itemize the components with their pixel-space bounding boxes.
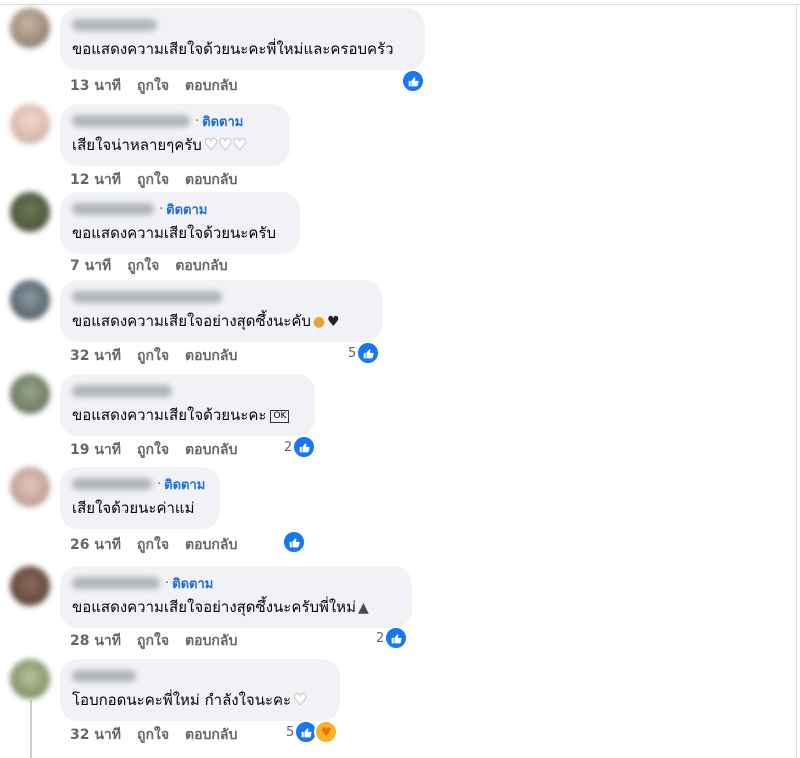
like-button[interactable]: ถูกใจ [127,255,159,277]
divider-right [796,4,797,758]
reply-button[interactable]: ตอบกลับ [185,724,237,746]
reaction-count: 2 [376,630,385,646]
follow-button[interactable]: ติดตาม [172,573,213,594]
sad-face-icon: ● [312,314,326,330]
comment-actions: 7 นาที ถูกใจ ตอบกลับ [70,255,228,277]
avatar[interactable] [10,374,50,414]
reaction-count: 5 [286,724,295,740]
avatar[interactable] [10,192,50,232]
reply-button[interactable]: ตอบกลับ [185,534,237,556]
divider-top [0,4,800,5]
comment-bubble: ขอแสดงความเสียใจอย่างสุดซึ้งนะคับ ● ♥ [60,280,382,342]
reaction-summary[interactable] [401,69,425,93]
commenter-name: · ติดตาม [72,112,278,130]
comment-text: เสียใจน่าหลายๆครับ ♥♥♥ [72,135,247,155]
like-button[interactable]: ถูกใจ [137,439,169,461]
reaction-count: 5 [348,345,357,361]
comment-text: ขอแสดงความเสียใจด้วยนะคะ OK [72,404,303,426]
reaction-summary[interactable]: 2 [376,626,409,650]
person-bowing-icon: ▲ [357,600,369,616]
like-button[interactable]: ถูกใจ [137,345,169,367]
commenter-name: · ติดตาม [72,200,288,218]
comment-time[interactable]: 7 นาที [70,255,111,277]
comment-text: ขอแสดงความเสียใจอย่างสุดซึ้งนะครับพี่ใหม… [72,598,369,616]
commenter-name-blurred[interactable] [72,478,152,490]
reply-button[interactable]: ตอบกลับ [185,75,237,97]
reply-button[interactable]: ตอบกลับ [185,630,237,652]
comment-bubble: · ติดตาม เสียใจด้วยนะค่าแม่ [60,467,220,529]
comment-bubble: · ติดตาม ขอแสดงความเสียใจอย่างสุดซึ้งนะค… [60,566,412,628]
comment-text: โอบกอดนะคะพี่ใหม่ กำลังใจนะคะ ♥ [72,690,308,710]
reaction-summary[interactable] [282,530,306,554]
reply-button[interactable]: ตอบกลับ [175,255,227,277]
reaction-summary[interactable]: 2 [284,435,317,459]
avatar[interactable] [10,104,50,144]
commenter-name: · ติดตาม [72,475,208,493]
comment-bubble: ขอแสดงความเสียใจด้วยนะคะ OK [60,374,315,436]
comment-time[interactable]: 32 นาที [70,345,121,367]
commenter-name[interactable] [72,382,303,400]
ok-sign-icon: OK [270,410,290,423]
commenter-name[interactable] [72,16,413,34]
reaction-count: 2 [284,439,293,455]
comment-actions: 32 นาที ถูกใจ ตอบกลับ [70,345,237,367]
commenter-name[interactable] [72,667,328,685]
follow-button[interactable]: ติดตาม [164,474,205,495]
like-button[interactable]: ถูกใจ [137,169,169,191]
like-button[interactable]: ถูกใจ [137,630,169,652]
avatar[interactable] [10,566,50,606]
comment-bubble: โอบกอดนะคะพี่ใหม่ กำลังใจนะคะ ♥ [60,659,340,721]
comment-text: ขอแสดงความเสียใจอย่างสุดซึ้งนะคับ ● ♥ [72,312,340,330]
comment-bubble: · ติดตาม เสียใจน่าหลายๆครับ ♥♥♥ [60,104,290,166]
reaction-summary[interactable]: 5 [348,341,381,365]
comment-actions: 32 นาที ถูกใจ ตอบกลับ [70,724,237,746]
reply-thread-line [30,700,32,758]
comment-time[interactable]: 28 นาที [70,630,121,652]
commenter-name: · ติดตาม [72,574,400,592]
avatar[interactable] [10,659,50,699]
like-button[interactable]: ถูกใจ [137,75,169,97]
black-heart-icon: ♥ [327,314,340,330]
comment-time[interactable]: 19 นาที [70,439,121,461]
reply-button[interactable]: ตอบกลับ [185,345,237,367]
follow-button[interactable]: ติดตาม [202,111,243,132]
comment-actions: 19 นาที ถูกใจ ตอบกลับ [70,439,237,461]
commenter-name-blurred[interactable] [72,577,160,589]
comment-time[interactable]: 32 นาที [70,724,121,746]
commenter-name[interactable] [72,288,370,306]
comment-bubble: · ติดตาม ขอแสดงความเสียใจด้วยนะครับ [60,192,300,254]
thumbs-up-icon [401,69,425,93]
thumbs-up-icon [356,341,381,365]
avatar[interactable] [10,467,50,507]
commenter-name-blurred[interactable] [72,203,154,215]
comment-time[interactable]: 12 นาที [70,169,121,191]
follow-button[interactable]: ติดตาม [166,199,207,220]
comment-actions: 28 นาที ถูกใจ ตอบกลับ [70,630,237,652]
comment-text: ขอแสดงความเสียใจด้วยนะคะพี่ใหม่และครอบคร… [72,40,394,58]
comment-text: เสียใจด้วยนะค่าแม่ [72,499,195,517]
reply-button[interactable]: ตอบกลับ [185,439,237,461]
comment-time[interactable]: 13 นาที [70,75,121,97]
like-button[interactable]: ถูกใจ [137,534,169,556]
reply-button[interactable]: ตอบกลับ [185,169,237,191]
comment-bubble: ขอแสดงความเสียใจด้วยนะคะพี่ใหม่และครอบคร… [60,8,425,70]
comment-actions: 13 นาที ถูกใจ ตอบกลับ [70,75,237,97]
avatar[interactable] [10,8,50,48]
thumbs-up-icon [384,626,409,650]
commenter-name-blurred[interactable] [72,115,190,127]
white-heart-icon: ♥♥♥ [203,135,247,155]
comment-text: ขอแสดงความเสียใจด้วยนะครับ [72,224,276,242]
avatar[interactable] [10,280,50,320]
like-button[interactable]: ถูกใจ [137,724,169,746]
comment-actions: 26 นาที ถูกใจ ตอบกลับ [70,534,237,556]
care-icon: ♥ [314,720,339,744]
comment-time[interactable]: 26 นาที [70,534,121,556]
reaction-summary[interactable]: 5 ♥ [286,720,339,744]
white-heart-icon: ♥ [293,690,308,710]
thumbs-up-icon [282,530,306,554]
thumbs-up-icon [292,435,317,459]
comment-actions: 12 นาที ถูกใจ ตอบกลับ [70,169,237,191]
